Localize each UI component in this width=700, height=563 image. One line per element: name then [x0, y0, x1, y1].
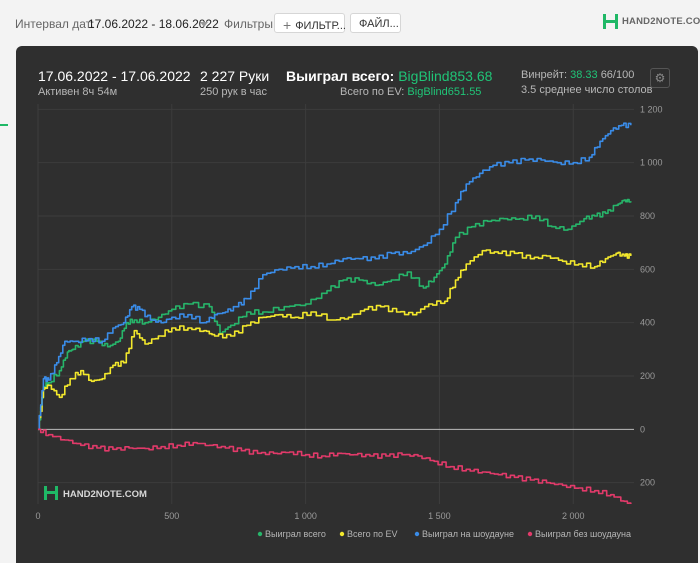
file-button-label: ФАЙЛ...	[359, 18, 399, 30]
hand2note-logo: HAND2NOTE.COM	[603, 14, 700, 29]
y-tick-label: 800	[640, 211, 655, 221]
watermark-logo-bar	[55, 486, 58, 500]
results-panel: 17.06.2022 - 17.06.2022 Активен 8ч 54м 2…	[16, 46, 698, 563]
series-line	[38, 198, 632, 431]
legend-marker	[339, 531, 345, 537]
legend-label: Выиграл всего	[265, 529, 326, 539]
legend-label: Выиграл на шоудауне	[422, 529, 514, 539]
chevron-down-icon[interactable]	[200, 22, 208, 27]
legend-marker	[414, 531, 420, 537]
x-tick-label: 500	[164, 511, 179, 521]
accent-strip	[0, 124, 8, 126]
y-tick-label: 200	[640, 478, 655, 488]
series-line	[38, 122, 632, 431]
toolbar: Интервал дат: 17.06.2022 - 18.06.2022 Фи…	[0, 0, 700, 46]
chart-legend: Выиграл всего Всего по EV Выиграл на шоуда…	[257, 529, 631, 539]
filter-button[interactable]: + ФИЛЬТР...	[274, 13, 346, 33]
watermark-text: HAND2NOTE.COM	[63, 489, 147, 500]
series-line	[38, 249, 632, 431]
legend-label: Всего по EV	[347, 529, 397, 539]
x-tick-label: 1 000	[294, 511, 317, 521]
y-tick-label: 1 200	[640, 104, 663, 114]
y-axis: 1 200 1 000 800 600 400 200 0 200	[640, 104, 663, 487]
y-tick-label: 1 000	[640, 158, 663, 168]
watermark-logo-bar	[44, 486, 47, 500]
chart-grid	[37, 104, 634, 504]
x-tick-label: 1 500	[428, 511, 451, 521]
y-tick-label: 400	[640, 318, 655, 328]
profit-chart: 1 200 1 000 800 600 400 200 0 200 0 500 1 000 1 50…	[35, 104, 663, 539]
y-tick-label: 0	[640, 424, 645, 434]
legend-label: Выиграл без шоудауна	[535, 529, 631, 539]
logo-text: HAND2NOTE.COM	[622, 16, 700, 27]
chart-watermark: HAND2NOTE.COM	[44, 486, 147, 500]
x-tick-label: 0	[35, 511, 40, 521]
hand2note-logo-icon	[603, 14, 618, 29]
chart-series	[38, 122, 632, 504]
watermark-logo-bar	[47, 491, 55, 494]
filters-label: Фильтры:	[224, 17, 277, 31]
filter-button-label: ФИЛЬТР...	[295, 20, 346, 32]
y-tick-label: 200	[640, 371, 655, 381]
x-axis: 0 500 1 000 1 500 2 000	[35, 511, 584, 521]
file-button[interactable]: ФАЙЛ...	[350, 13, 401, 33]
legend-marker	[527, 531, 533, 537]
legend-marker	[257, 531, 263, 537]
date-interval-label: Интервал дат:	[15, 17, 95, 31]
plus-icon: +	[283, 17, 292, 33]
x-tick-label: 2 000	[562, 511, 585, 521]
y-tick-label: 600	[640, 264, 655, 274]
